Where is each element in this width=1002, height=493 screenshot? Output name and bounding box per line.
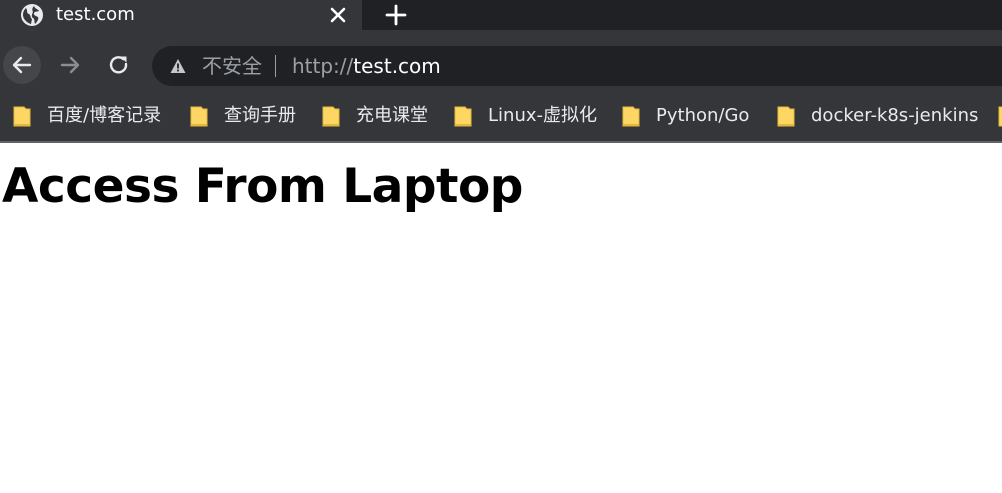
globe-icon: [20, 3, 44, 27]
folder-icon: [190, 106, 208, 127]
folder-icon: [13, 106, 31, 127]
back-arrow-icon: [12, 56, 32, 74]
reload-button[interactable]: [100, 46, 138, 84]
toolbar: 不安全 http://test.com: [0, 30, 1002, 100]
folder-icon: [454, 106, 472, 127]
omnibox-divider: [275, 55, 276, 77]
folder-icon: [998, 106, 1002, 127]
security-status-label[interactable]: 不安全: [202, 54, 262, 78]
tab-strip: test.com: [0, 0, 1002, 30]
bookmark-label: 充电课堂: [356, 105, 428, 126]
url-scheme: http://: [292, 54, 354, 78]
folder-icon: [777, 106, 795, 127]
folder-icon: [622, 106, 640, 127]
close-icon[interactable]: [326, 3, 350, 27]
tab-active[interactable]: test.com: [0, 0, 362, 30]
bookmark-label: docker-k8s-jenkins: [811, 105, 979, 126]
folder-icon: [322, 106, 340, 127]
warning-triangle-icon[interactable]: [170, 58, 186, 74]
bookmark-label: Python/Go: [656, 105, 750, 126]
reload-icon: [109, 56, 128, 74]
bookmarks-bar: 百度/博客记录 查询手册 充电课堂 Linux-虚拟化 Python/Go do…: [0, 100, 1002, 143]
forward-arrow-icon: [60, 56, 80, 74]
forward-button[interactable]: [51, 46, 89, 84]
bookmark-label: 查询手册: [224, 105, 296, 126]
back-button[interactable]: [3, 46, 41, 84]
new-tab-plus-icon[interactable]: [383, 2, 409, 28]
page-content: Access From Laptop: [0, 143, 1002, 493]
page-heading: Access From Laptop: [2, 159, 523, 214]
url-text[interactable]: http://test.com: [292, 54, 441, 78]
address-bar[interactable]: 不安全 http://test.com: [152, 46, 1002, 86]
bookmark-label: 百度/博客记录: [47, 105, 162, 126]
bookmark-label: Linux-虚拟化: [488, 105, 597, 126]
browser-window: test.com 不安全 http://test.com 百度/博客记录 查询手…: [0, 0, 1002, 493]
tab-title: test.com: [56, 4, 135, 25]
url-host: test.com: [353, 54, 441, 78]
